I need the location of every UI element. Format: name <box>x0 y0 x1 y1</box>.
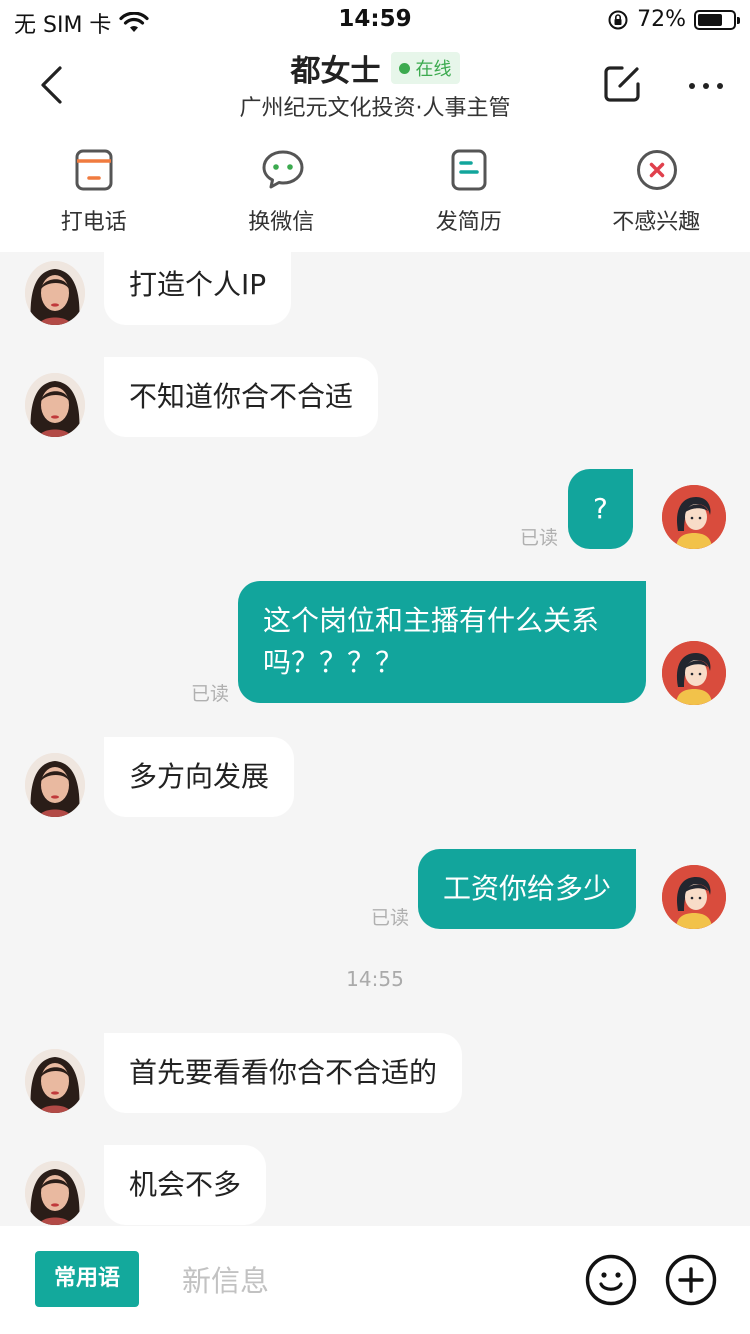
battery-icon <box>694 9 740 30</box>
contact-avatar[interactable] <box>25 373 85 437</box>
send-resume-label: 发简历 <box>435 210 502 235</box>
not-interested-label: 不感兴趣 <box>612 210 701 235</box>
contact-avatar-image <box>25 261 85 325</box>
call-button[interactable]: 打电话 <box>0 130 188 252</box>
contact-avatar-image <box>25 1049 85 1113</box>
my-avatar-image <box>662 641 726 705</box>
contact-avatar-image <box>25 1161 85 1225</box>
contact-avatar-image <box>25 373 85 437</box>
edit-icon <box>604 66 640 102</box>
message-timestamp: 14:55 <box>346 967 404 991</box>
emoji-icon <box>585 1254 637 1306</box>
not-interested-icon <box>636 150 677 190</box>
message-bubble-sent[interactable]: 这个岗位和主播有什么关系吗？？？？ <box>238 581 646 703</box>
edit-note-button[interactable] <box>600 62 644 106</box>
read-status: 已读 <box>371 907 410 929</box>
online-badge-label: 在线 <box>415 59 452 80</box>
message-bubble-received[interactable]: 打造个人IP <box>104 252 292 325</box>
rotation-lock-icon <box>608 10 628 29</box>
online-dot-icon <box>398 62 410 74</box>
message-text: 机会不多 <box>129 1168 242 1201</box>
message-input[interactable] <box>170 1256 550 1306</box>
my-avatar[interactable] <box>662 641 726 705</box>
contact-avatar[interactable] <box>25 1049 85 1113</box>
quick-phrases-button[interactable]: 常用语 <box>35 1251 139 1307</box>
chat-header: 都女士 在线 广州纪元文化投资·人事主管 <box>0 44 750 130</box>
message-text: 首先要看看你合不合适的 <box>129 1056 438 1089</box>
composer-bar: 常用语 <box>0 1226 750 1334</box>
message-list[interactable]: 打造个人IP 不知道你合不合适 已读 ? 已读 这个岗位和主播有什么关系吗？？？… <box>0 252 750 1226</box>
message-text: 这个岗位和主播有什么关系吗？？？？ <box>263 604 600 679</box>
contact-name: 都女士 <box>290 54 381 89</box>
online-badge: 在线 <box>390 52 460 84</box>
action-bar: 打电话 换微信 发简历 不感兴趣 <box>0 130 750 252</box>
read-status: 已读 <box>520 527 559 549</box>
message-bubble-sent[interactable]: 工资你给多少 <box>418 849 637 929</box>
my-avatar[interactable] <box>662 485 726 549</box>
message-text: 打造个人IP <box>129 268 267 301</box>
more-icon <box>689 83 723 89</box>
my-avatar-image <box>662 865 726 929</box>
resume-icon <box>451 149 487 191</box>
plus-icon <box>665 1254 717 1306</box>
my-avatar-image <box>662 485 726 549</box>
message-bubble-received[interactable]: 机会不多 <box>104 1145 267 1225</box>
read-status: 已读 <box>191 683 230 705</box>
contact-avatar[interactable] <box>25 261 85 325</box>
message-text: 多方向发展 <box>129 760 270 793</box>
contact-avatar[interactable] <box>25 753 85 817</box>
message-bubble-received[interactable]: 不知道你合不合适 <box>104 357 379 437</box>
status-right: 72% <box>607 7 740 32</box>
contact-avatar[interactable] <box>25 1161 85 1225</box>
battery-level <box>698 13 723 26</box>
not-interested-button[interactable]: 不感兴趣 <box>563 130 750 252</box>
call-label: 打电话 <box>60 210 127 235</box>
my-avatar[interactable] <box>662 865 726 929</box>
wechat-icon <box>262 150 303 189</box>
message-text: 工资你给多少 <box>443 872 612 905</box>
more-actions-button[interactable] <box>665 1254 717 1310</box>
send-resume-button[interactable]: 发简历 <box>375 130 563 252</box>
message-bubble-received[interactable]: 多方向发展 <box>104 737 295 817</box>
emoji-button[interactable] <box>585 1254 637 1310</box>
message-text: 不知道你合不合适 <box>129 380 354 413</box>
message-bubble-received[interactable]: 首先要看看你合不合适的 <box>104 1033 463 1113</box>
contact-avatar-image <box>25 753 85 817</box>
status-bar: 无 SIM 卡 14:59 72% <box>0 0 750 44</box>
message-text: ? <box>593 492 608 525</box>
exchange-wechat-button[interactable]: 换微信 <box>188 130 376 252</box>
message-bubble-sent[interactable]: ? <box>568 469 633 549</box>
phone-icon <box>75 149 113 191</box>
more-button[interactable] <box>684 66 728 106</box>
battery-percent: 72% <box>637 7 686 32</box>
exchange-wechat-label: 换微信 <box>248 210 315 235</box>
